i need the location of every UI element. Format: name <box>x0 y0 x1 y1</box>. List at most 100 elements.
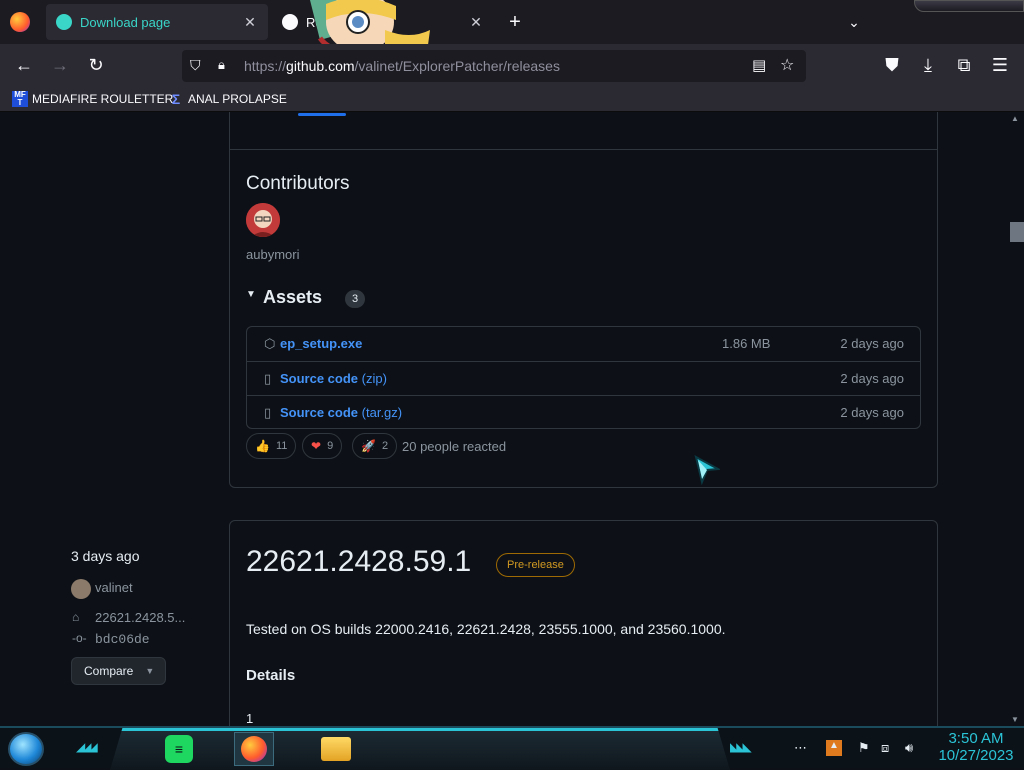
release-notes: Tested on OS builds 22000.2416, 22621.24… <box>246 621 726 637</box>
release-card: Contributors aubymori ▼ Assets 3 ⬡ ep_se… <box>229 112 938 488</box>
heart-icon: ❤ <box>311 439 322 453</box>
bookmarks-bar: MF T MEDIAFIRE ROULETTER Σ ANAL PROLAPSE <box>0 86 1024 112</box>
bookmark-star-icon[interactable]: ☆ <box>780 55 794 75</box>
details-text: 1 <box>246 711 254 726</box>
volume-icon[interactable]: 🔊︎ <box>905 740 913 756</box>
divider <box>230 149 937 150</box>
url-path: /valinet/ExplorerPatcher/releases <box>354 58 560 74</box>
contributors-heading: Contributors <box>246 173 350 194</box>
bookmark-label: MEDIAFIRE ROULETTER <box>32 92 174 106</box>
prerelease-badge: Pre-release <box>496 553 575 577</box>
flag-icon[interactable]: ⚑ <box>858 740 870 756</box>
firefox-menu-icon[interactable] <box>10 12 30 32</box>
reaction-count: 9 <box>327 440 334 452</box>
asset-date: 2 days ago <box>840 405 904 420</box>
reacted-summary: 20 people reacted <box>402 439 507 454</box>
reaction-rocket[interactable]: 🚀 2 <box>352 433 398 459</box>
close-tab-icon[interactable]: ✕ <box>242 14 258 31</box>
assets-heading[interactable]: Assets <box>263 287 322 308</box>
caret-down-icon[interactable]: ▼ <box>246 289 256 300</box>
taskbar-frame <box>110 728 730 770</box>
page-content: Contributors aubymori ▼ Assets 3 ⬡ ep_se… <box>0 112 1008 726</box>
window-controls[interactable] <box>914 0 1024 12</box>
bookmark-mediafire-rouletter[interactable]: MF T MEDIAFIRE ROULETTER <box>12 90 173 108</box>
release-author[interactable]: valinet <box>95 580 133 595</box>
reload-icon[interactable]: ↻ <box>83 52 109 78</box>
compare-button[interactable]: Compare ▼ <box>71 657 166 685</box>
taskbar-file-explorer[interactable] <box>316 732 356 766</box>
bookmark-anal-prolapse[interactable]: Σ ANAL PROLAPSE <box>168 90 287 108</box>
avatar[interactable] <box>246 203 280 237</box>
url-text[interactable]: https://github.com/valinet/ExplorerPatch… <box>244 58 560 74</box>
asset-link[interactable]: Source code (zip) <box>280 371 387 386</box>
bookmark-label: ANAL PROLAPSE <box>188 92 287 106</box>
avatar[interactable] <box>71 579 91 599</box>
package-icon: ⬡ <box>264 336 276 351</box>
reaction-thumbs-up[interactable]: 👍 11 <box>246 433 297 459</box>
release-commit[interactable]: bdc06de <box>95 632 150 647</box>
app-tray-icon[interactable]: ▲ <box>826 740 842 756</box>
rocket-icon: 🚀 <box>361 439 376 453</box>
scroll-up-arrow-icon[interactable]: ▲ <box>1011 114 1019 123</box>
asset-date: 2 days ago <box>840 336 904 351</box>
asset-ext: (tar.gz) <box>361 405 403 420</box>
reaction-count: 11 <box>275 440 288 452</box>
sigma-icon: Σ <box>171 91 181 107</box>
os-taskbar: ◢◢◢ ≡ ◣◣◣ ⋯ ▲ ⚑ ⧈ 🔊︎ 3:50 AM 10/27/2023 <box>0 726 1024 770</box>
folder-icon <box>321 737 351 761</box>
tab-download-page[interactable]: Download page ✕ <box>46 4 268 40</box>
system-clock[interactable]: 3:50 AM 10/27/2023 <box>932 730 1020 764</box>
url-host: github.com <box>286 58 355 74</box>
clock-date: 10/27/2023 <box>938 747 1014 764</box>
tab-list-chevron-icon[interactable]: ⌄ <box>842 10 866 34</box>
firefox-icon <box>241 736 267 762</box>
url-bar[interactable]: ⛉ 🔒︎ https://github.com/valinet/Explorer… <box>182 50 806 82</box>
assets-list: ⬡ ep_setup.exe 1.86 MB 2 days ago ▯ Sour… <box>246 326 921 429</box>
back-arrow-icon[interactable]: ← <box>11 52 37 78</box>
taskbar-firefox-app[interactable] <box>234 732 274 766</box>
release-date: 3 days ago <box>71 548 140 564</box>
tab-label: Download page <box>80 14 171 30</box>
start-button[interactable] <box>8 732 44 766</box>
asset-name: Source code <box>280 405 359 420</box>
reaction-heart[interactable]: ❤ 9 <box>302 433 343 459</box>
show-hidden-icons-icon[interactable]: ⋯ <box>794 740 807 756</box>
downloads-icon[interactable]: ⤓ <box>915 52 941 78</box>
close-tab-icon[interactable]: ✕ <box>468 14 484 31</box>
notes-app-icon: ≡ <box>165 735 193 763</box>
chevron-decor-icon: ◢◢◢ <box>76 740 98 754</box>
taskbar-notes-app[interactable]: ≡ <box>159 732 199 766</box>
release-title[interactable]: 22621.2428.59.1 <box>246 545 471 579</box>
asset-row: ▯ Source code (tar.gz) 2 days ago <box>247 395 920 429</box>
commit-icon: -o- <box>72 631 87 645</box>
forward-arrow-icon[interactable]: → <box>47 52 73 78</box>
lock-icon[interactable]: 🔒︎ <box>218 57 225 73</box>
compare-label: Compare <box>84 664 134 678</box>
contributor-name[interactable]: aubymori <box>246 247 299 262</box>
asset-row: ▯ Source code (zip) 2 days ago <box>247 361 920 395</box>
avatar-image <box>246 203 280 237</box>
pocket-icon[interactable]: ⛊ <box>879 52 905 78</box>
asset-ext: (zip) <box>361 371 387 386</box>
release-tag[interactable]: 22621.2428.5... <box>95 610 185 625</box>
hamburger-menu-icon[interactable]: ☰ <box>987 52 1013 78</box>
page-scrollbar[interactable]: ▲ ▼ <box>1008 112 1024 726</box>
asset-name: Source code <box>280 371 359 386</box>
shield-icon[interactable]: ⛉ <box>190 57 201 74</box>
new-tab-button[interactable]: + <box>504 10 526 34</box>
extensions-icon[interactable]: ⧉ <box>951 52 977 78</box>
network-icon[interactable]: ⧈ <box>881 740 889 756</box>
scroll-thumb[interactable] <box>1010 222 1024 242</box>
asset-size: 1.86 MB <box>722 336 771 351</box>
details-heading: Details <box>246 667 296 684</box>
file-zip-icon: ▯ <box>264 405 272 420</box>
tab-underline <box>298 113 346 116</box>
mft-icon: MF T <box>12 91 28 107</box>
asset-name: ep_setup.exe <box>280 336 363 351</box>
scroll-down-arrow-icon[interactable]: ▼ <box>1011 715 1019 724</box>
asset-link[interactable]: ep_setup.exe <box>280 336 362 351</box>
asset-date: 2 days ago <box>840 371 904 386</box>
reader-view-icon[interactable]: ▤ <box>752 56 766 74</box>
asset-link[interactable]: Source code (tar.gz) <box>280 405 402 420</box>
browser-tab-bar: Download page ✕ Re...erPatch ✕ + ⌄ <box>0 0 1024 53</box>
